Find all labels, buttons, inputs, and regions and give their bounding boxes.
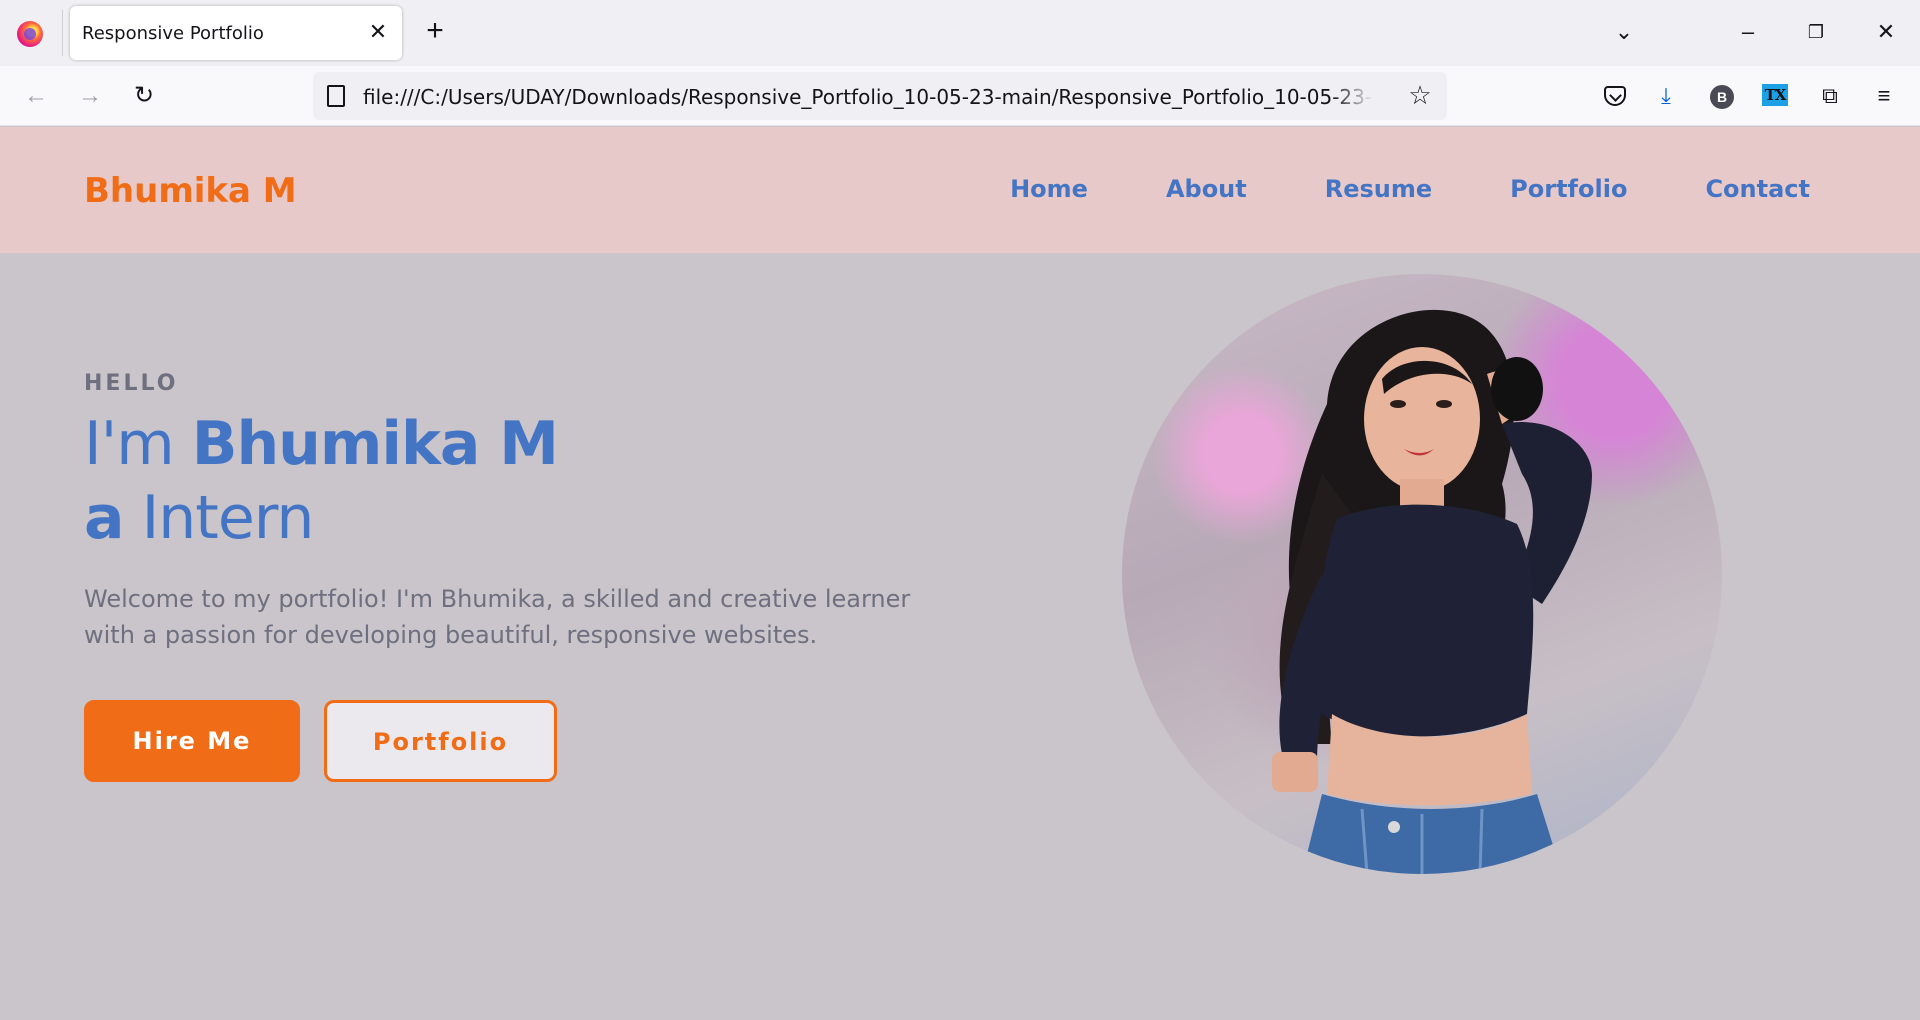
extensions-puzzle-icon[interactable]: ⧉ [1812, 78, 1848, 114]
hero-article: a [84, 483, 124, 553]
translate-extension-icon[interactable]: TX [1762, 84, 1788, 106]
profile-photo-illustration [1272, 309, 1592, 874]
hero-role: Intern [123, 483, 315, 553]
hero-heading-line-2: a Intern [84, 483, 315, 553]
firefox-logo-icon[interactable] [17, 21, 43, 47]
tab-title: Responsive Portfolio [82, 23, 264, 44]
nav-link-home[interactable]: Home [1010, 175, 1088, 203]
restore-window-icon[interactable]: ❐ [1796, 14, 1836, 50]
browser-tab[interactable]: Responsive Portfolio ✕ [70, 6, 402, 60]
hero-name: Bhumika M [191, 409, 559, 479]
hero-heading-line-1: I'm Bhumika M [84, 409, 559, 479]
url-bar[interactable]: file:///C:/Users/UDAY/Downloads/Responsi… [313, 72, 1447, 120]
forward-arrow-icon[interactable]: → [72, 78, 108, 114]
download-icon[interactable]: ⤓ [1648, 78, 1684, 114]
browser-nav-bar: ← → ↻ file:///C:/Users/UDAY/Downloads/Re… [0, 66, 1920, 126]
site-header: Bhumika M Home About Resume Portfolio Co… [0, 127, 1920, 253]
menu-hamburger-icon[interactable]: ≡ [1866, 78, 1902, 114]
site-brand-logo[interactable]: Bhumika M [84, 171, 297, 211]
hero-description: Welcome to my portfolio! I'm Bhumika, a … [84, 585, 911, 649]
nav-link-portfolio[interactable]: Portfolio [1510, 175, 1627, 203]
nav-link-about[interactable]: About [1166, 175, 1247, 203]
hero-greeting: HELLO [84, 371, 179, 396]
reload-icon[interactable]: ↻ [126, 78, 162, 114]
nav-link-contact[interactable]: Contact [1705, 175, 1810, 203]
account-avatar-icon[interactable]: B [1710, 85, 1734, 109]
list-all-tabs-chevron-icon[interactable]: ⌄ [1604, 14, 1644, 50]
nav-link-resume[interactable]: Resume [1325, 175, 1432, 203]
back-arrow-icon[interactable]: ← [18, 78, 54, 114]
hire-me-button[interactable]: Hire Me [84, 700, 300, 782]
close-icon[interactable]: ✕ [364, 18, 392, 46]
minimize-window-icon[interactable]: – [1728, 14, 1768, 50]
tab-divider [62, 10, 63, 56]
bookmark-star-icon[interactable]: ☆ [1405, 80, 1435, 110]
new-tab-plus-icon[interactable]: + [418, 14, 452, 48]
page-viewport: Bhumika M Home About Resume Portfolio Co… [0, 127, 1920, 1020]
page-icon [327, 85, 345, 107]
hero-im-text: I'm [84, 409, 192, 479]
browser-tab-bar: Responsive Portfolio ✕ + ⌄ – ❐ ✕ [0, 0, 1920, 66]
url-text[interactable]: file:///C:/Users/UDAY/Downloads/Responsi… [363, 85, 1373, 109]
site-nav: Home About Resume Portfolio Contact [932, 175, 1810, 203]
close-window-icon[interactable]: ✕ [1866, 14, 1906, 50]
portfolio-button[interactable]: Portfolio [324, 700, 557, 782]
profile-photo [1122, 274, 1722, 874]
